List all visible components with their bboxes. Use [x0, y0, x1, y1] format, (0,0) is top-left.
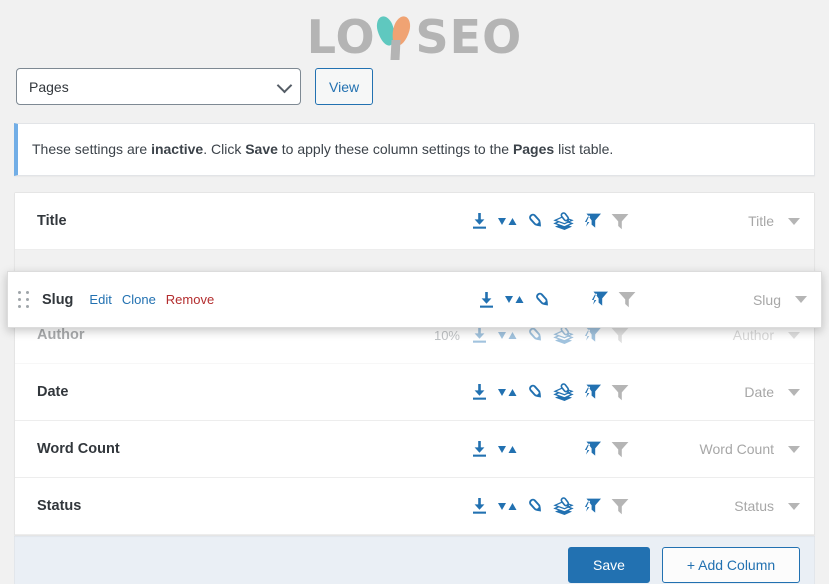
list-table-select-value: Pages [29, 78, 69, 95]
logo-text-left: LO [306, 10, 376, 64]
column-icon-group [475, 288, 643, 312]
column-remove-link[interactable]: Remove [166, 292, 214, 307]
bulk-edit-stack-icon[interactable] [552, 209, 575, 233]
column-label: Word Count [37, 441, 120, 457]
column-row-dragging[interactable]: Slug Edit Clone Remove Slug [7, 271, 822, 328]
sort-icon[interactable] [496, 437, 519, 461]
column-width-percent: 10% [433, 327, 460, 343]
column-row[interactable]: Date Date [15, 364, 814, 421]
column-clone-link[interactable]: Clone [122, 292, 156, 307]
quick-filter-lightning-icon[interactable] [580, 380, 603, 404]
card-footer: Save + Add Column [14, 536, 815, 584]
filter-funnel-icon[interactable] [608, 494, 631, 518]
export-icon[interactable] [475, 288, 498, 312]
chevron-down-icon[interactable] [788, 217, 800, 225]
column-type-control: Slug [657, 292, 807, 308]
chevron-down-icon [276, 77, 293, 93]
filter-funnel-icon[interactable] [608, 380, 631, 404]
inline-edit-pencil-icon[interactable] [524, 209, 547, 233]
quick-filter-lightning-icon[interactable] [580, 209, 603, 233]
notice-strong-pages: Pages [512, 141, 555, 157]
columns-list: Title Title Author 10% Author Date Date … [7, 193, 822, 535]
column-label: Title [37, 213, 67, 229]
quick-filter-lightning-icon[interactable] [580, 494, 603, 518]
column-type-control: Status [650, 498, 800, 514]
column-type-label: Slug [752, 291, 781, 308]
chevron-down-icon[interactable] [788, 502, 800, 510]
column-type-control: Title [650, 213, 800, 229]
columns-card: Title Title Author 10% Author Date Date … [7, 192, 822, 536]
column-label: Slug [42, 291, 74, 308]
notice-strong-save: Save [245, 141, 278, 157]
column-type-control: Author [650, 327, 800, 343]
logo-y-leaf-icon [373, 14, 418, 60]
bulk-edit-stack-icon[interactable] [552, 380, 575, 404]
chevron-down-icon[interactable] [788, 445, 800, 453]
column-label: Date [37, 384, 69, 400]
quick-filter-lightning-icon[interactable] [580, 437, 603, 461]
drag-handle-icon[interactable] [18, 290, 30, 309]
bulk-edit-stack-icon-absent [552, 437, 575, 461]
column-row[interactable]: Word Count Word Count [15, 421, 814, 478]
column-type-label: Word Count [699, 441, 774, 457]
notice-text-1: These settings are [32, 141, 152, 157]
notice-text-2: . Click [203, 141, 246, 157]
page-root: LO SEO Pages View These settings are ina… [0, 0, 829, 584]
bulk-edit-stack-icon-absent [559, 288, 582, 312]
column-type-label: Title [748, 213, 774, 229]
notice-strong-inactive: inactive [151, 141, 204, 157]
export-icon[interactable] [468, 494, 491, 518]
chevron-down-icon[interactable] [788, 331, 800, 339]
column-type-label: Date [744, 384, 774, 400]
bulk-edit-stack-icon[interactable] [552, 494, 575, 518]
filter-funnel-icon[interactable] [615, 288, 638, 312]
column-row-actions: Edit Clone Remove [89, 292, 214, 307]
filter-funnel-icon[interactable] [608, 437, 631, 461]
column-icon-group [468, 437, 636, 461]
inline-edit-pencil-icon-absent [524, 437, 547, 461]
column-row[interactable]: Status Status [15, 478, 814, 535]
sort-icon[interactable] [496, 380, 519, 404]
column-type-label: Status [734, 498, 774, 514]
column-icon-group [468, 494, 636, 518]
notice-text-3: to apply these column settings to the [277, 141, 513, 157]
toolbar: Pages View [0, 68, 829, 105]
add-column-button[interactable]: + Add Column [662, 547, 800, 583]
export-icon[interactable] [468, 380, 491, 404]
inline-edit-pencil-icon[interactable] [524, 494, 547, 518]
column-label: Status [37, 498, 82, 514]
column-icon-group [468, 380, 636, 404]
settings-inactive-notice: These settings are inactive. Click Save … [14, 123, 815, 176]
save-button[interactable]: Save [568, 547, 650, 583]
sort-icon[interactable] [503, 288, 526, 312]
notice-text-4: list table. [554, 141, 614, 157]
logo-text-right: SEO [415, 10, 523, 64]
list-table-select[interactable]: Pages [16, 68, 301, 105]
brand-logo: LO SEO [0, 0, 829, 66]
inline-edit-pencil-icon[interactable] [531, 288, 554, 312]
view-button[interactable]: View [315, 68, 374, 105]
column-label: Author [37, 327, 85, 343]
filter-funnel-icon[interactable] [608, 209, 631, 233]
column-icon-group [468, 209, 636, 233]
column-type-label: Author [732, 327, 774, 343]
column-edit-link[interactable]: Edit [89, 292, 111, 307]
chevron-down-icon[interactable] [788, 388, 800, 396]
column-type-control: Date [650, 384, 800, 400]
export-icon[interactable] [468, 437, 491, 461]
quick-filter-lightning-icon[interactable] [587, 288, 610, 312]
chevron-down-icon[interactable] [795, 296, 807, 303]
sort-icon[interactable] [496, 494, 519, 518]
sort-icon[interactable] [496, 209, 519, 233]
inline-edit-pencil-icon[interactable] [524, 380, 547, 404]
column-row[interactable]: Title Title [15, 193, 814, 250]
column-type-control: Word Count [650, 441, 800, 457]
export-icon[interactable] [468, 209, 491, 233]
